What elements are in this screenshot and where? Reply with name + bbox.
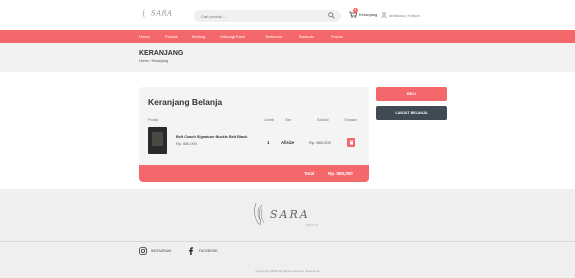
subtotal-value: Rp. 580.000 xyxy=(309,140,331,145)
cart-label: Keranjang xyxy=(359,12,378,17)
cart-icon: 1 xyxy=(349,8,358,18)
nav-item-promo[interactable]: Promo xyxy=(331,34,343,39)
footer-divider xyxy=(0,241,575,242)
cart-link[interactable]: 1 Keranjang xyxy=(349,8,378,18)
cart-title: Keranjang Belanja xyxy=(148,97,223,107)
cart-card: Keranjang Belanja Produk Jumlah Size Sub… xyxy=(139,87,369,182)
logo-mark-icon xyxy=(143,9,149,18)
footer-logo-sub: WATCH xyxy=(306,223,318,227)
total-bar: Total Rp. 580,000 xyxy=(139,165,369,182)
page-title: KERANJANG xyxy=(139,50,184,57)
delete-item-button[interactable] xyxy=(347,138,355,147)
nav-item-testimoni[interactable]: Testimoni xyxy=(265,34,282,39)
nav-item-produk[interactable]: Produk xyxy=(165,34,178,39)
breadcrumb[interactable]: Home / Keranjang xyxy=(139,59,168,63)
total-value: Rp. 580,000 xyxy=(328,171,353,176)
column-header-product: Produk xyxy=(148,118,159,122)
top-header: SARA 1 Keranjang andikasa | Keluar xyxy=(0,0,575,30)
product-name[interactable]: Belt Coach Signature Buckle Belt Black xyxy=(176,135,247,139)
facebook-link[interactable]: FACEBOOK xyxy=(187,247,218,255)
facebook-icon xyxy=(189,247,193,255)
main-nav: Home Produk Tentang Hubungi Kami Testimo… xyxy=(0,30,575,43)
account-label: andikasa | Keluar xyxy=(389,12,420,18)
copyright-text: Copyright ©2020 All rights reserved | Sa… xyxy=(255,269,320,273)
trash-icon xyxy=(349,140,353,145)
brand-logo[interactable]: SARA xyxy=(143,9,172,18)
search-input[interactable] xyxy=(201,10,311,22)
footer-logo-text: SARA xyxy=(270,208,310,221)
instagram-link[interactable]: INSTAGRAM xyxy=(139,247,171,255)
product-price: Rp. 580,000 xyxy=(176,142,197,146)
facebook-label: FACEBOOK xyxy=(199,249,218,253)
buy-button[interactable]: BELI xyxy=(376,87,447,101)
total-label: Total xyxy=(304,171,315,176)
continue-shopping-button[interactable]: LANJUT BELANJA xyxy=(376,106,447,120)
column-header-action: Tindakan xyxy=(344,118,357,122)
page-header-band: KERANJANG Home / Keranjang xyxy=(0,43,575,72)
user-icon xyxy=(381,12,387,18)
size-value: Allsize xyxy=(281,140,295,145)
column-header-subtotal: Subtotal xyxy=(317,118,329,122)
instagram-label: INSTAGRAM xyxy=(151,249,171,253)
search-icon[interactable] xyxy=(328,12,335,19)
account-menu[interactable]: andikasa | Keluar xyxy=(381,12,420,18)
search-bar xyxy=(194,10,341,22)
product-image[interactable] xyxy=(148,127,167,154)
nav-item-hubungi-kami[interactable]: Hubungi Kami xyxy=(220,34,245,39)
quantity-value[interactable]: 1 xyxy=(267,140,270,145)
nav-item-tentang[interactable]: Tentang xyxy=(191,34,205,39)
column-header-qty: Jumlah xyxy=(264,118,275,122)
instagram-icon xyxy=(139,247,147,255)
column-header-size: Size xyxy=(285,118,292,122)
nav-item-home[interactable]: Home xyxy=(139,34,150,39)
brand-logo-text: SARA xyxy=(151,9,173,18)
nav-item-bantuan[interactable]: Bantuan xyxy=(299,34,314,39)
footer: SARA WATCH INSTAGRAM FACEBOOK Copyright … xyxy=(0,189,575,278)
cart-count-badge: 1 xyxy=(353,8,358,13)
footer-logo: SARA WATCH xyxy=(254,202,318,227)
